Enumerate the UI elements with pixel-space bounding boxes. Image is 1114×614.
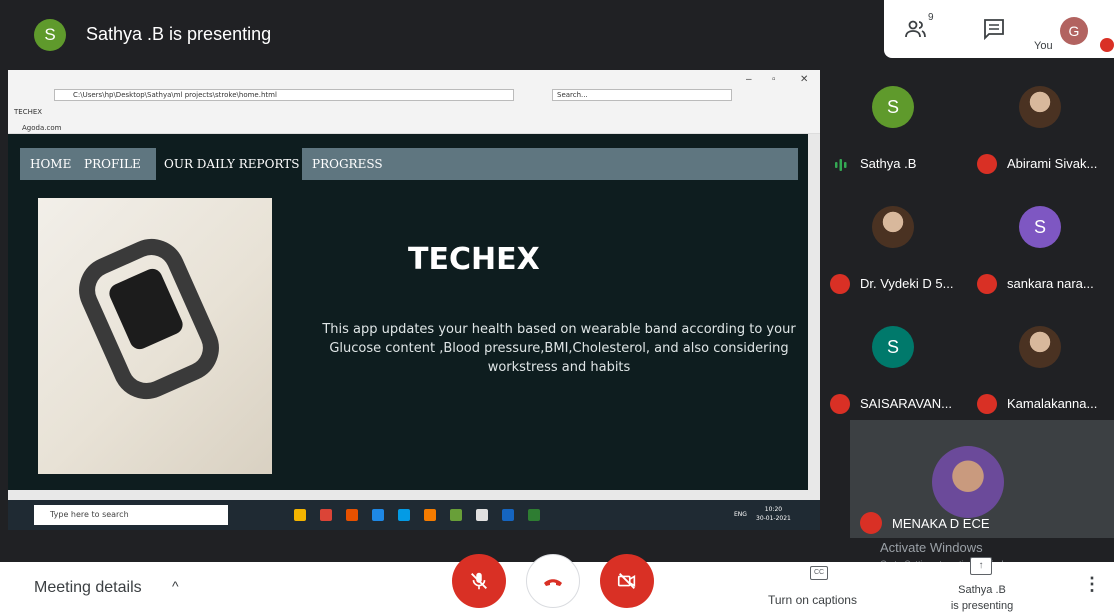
participant-photo bbox=[932, 446, 1004, 518]
address-bar: C:\Users\hp\Desktop\Sathya\ml projects\s… bbox=[54, 89, 514, 101]
taskbar-date: 30-01-2021 bbox=[756, 515, 791, 522]
presenting-status[interactable]: Sathya .B is presenting bbox=[944, 582, 1020, 614]
favorite-link: Agoda.com bbox=[22, 124, 62, 132]
participant-avatar: S bbox=[872, 326, 914, 368]
chevron-up-icon[interactable]: ^ bbox=[172, 578, 179, 594]
nav-daily-reports: OUR DAILY REPORTS bbox=[164, 157, 300, 171]
speaking-indicator-icon bbox=[835, 159, 847, 171]
close-icon: ✕ bbox=[800, 74, 809, 85]
participant-tile[interactable]: Dr. Vydeki D 5... bbox=[820, 178, 967, 298]
hang-up-icon bbox=[544, 579, 562, 586]
chat-icon[interactable] bbox=[982, 17, 1006, 41]
mic-off-icon bbox=[830, 274, 850, 294]
maximize-icon: ▫ bbox=[772, 74, 776, 85]
participant-name: Dr. Vydeki D 5... bbox=[860, 276, 954, 291]
browser-tab: TECHEX bbox=[14, 108, 43, 116]
participant-count-badge: 9 bbox=[928, 12, 934, 23]
you-label: You bbox=[1034, 40, 1053, 52]
participant-tile[interactable]: Kamalakanna... bbox=[967, 298, 1114, 418]
meet-window: S Sathya .B is presenting 9 You G – ▫ ✕ … bbox=[0, 0, 1114, 614]
participant-name: sankara nara... bbox=[1007, 276, 1094, 291]
presenting-bar: S Sathya .B is presenting bbox=[0, 0, 884, 66]
camera-off-icon bbox=[617, 573, 636, 589]
nav-home: HOME bbox=[30, 157, 72, 171]
mic-off-icon bbox=[830, 394, 850, 414]
meeting-details-button[interactable]: Meeting details bbox=[34, 579, 142, 597]
mic-off-icon bbox=[977, 394, 997, 414]
captions-icon[interactable]: CC bbox=[810, 566, 828, 580]
participant-name: MENAKA D ECE bbox=[892, 516, 990, 531]
participant-tile[interactable]: S SAISARAVAN... bbox=[820, 298, 967, 418]
mic-toggle-button[interactable] bbox=[452, 554, 506, 608]
minimize-icon: – bbox=[746, 74, 752, 85]
windows-taskbar: Type here to search ENG 10:20 30-01-2021 bbox=[8, 500, 820, 530]
participant-name: SAISARAVAN... bbox=[860, 396, 952, 411]
mic-off-icon bbox=[977, 274, 997, 294]
taskbar-app-icon bbox=[398, 509, 410, 521]
taskbar-app-icon bbox=[294, 509, 306, 521]
presenting-title: Sathya .B is presenting bbox=[86, 24, 272, 44]
self-mic-off-icon bbox=[1100, 38, 1114, 52]
taskbar-app-icon bbox=[424, 509, 436, 521]
captions-button-label[interactable]: Turn on captions bbox=[768, 593, 857, 607]
self-avatar[interactable]: G bbox=[1060, 17, 1088, 45]
present-screen-icon[interactable]: ↑ bbox=[970, 557, 992, 575]
nav-profile: PROFILE bbox=[84, 157, 141, 171]
horizontal-scrollbar bbox=[8, 490, 820, 500]
taskbar-app-icon bbox=[476, 509, 488, 521]
taskbar-app-icon bbox=[372, 509, 384, 521]
more-options-icon[interactable]: ⋮ bbox=[1083, 574, 1101, 595]
participant-name: Kamalakanna... bbox=[1007, 396, 1098, 411]
participant-photo bbox=[1019, 86, 1061, 128]
participant-name: Sathya .B bbox=[860, 156, 917, 171]
presenter-avatar: S bbox=[34, 19, 66, 51]
taskbar-app-icon bbox=[450, 509, 462, 521]
participant-avatar: S bbox=[1019, 206, 1061, 248]
site-navbar: HOME PROFILE OUR DAILY REPORTS PROGRESS bbox=[20, 148, 798, 180]
mic-off-icon bbox=[977, 154, 997, 174]
activate-windows-title: Activate Windows bbox=[880, 540, 983, 555]
participant-name: Abirami Sivak... bbox=[1007, 156, 1098, 171]
camera-toggle-button[interactable] bbox=[600, 554, 654, 608]
shared-screen: – ▫ ✕ C:\Users\hp\Desktop\Sathya\ml proj… bbox=[8, 70, 820, 530]
browser-chrome: – ▫ ✕ C:\Users\hp\Desktop\Sathya\ml proj… bbox=[8, 70, 820, 134]
taskbar-app-icon bbox=[320, 509, 332, 521]
participant-photo bbox=[872, 206, 914, 248]
people-icon[interactable] bbox=[904, 17, 928, 41]
taskbar-time: 10:20 bbox=[764, 506, 783, 513]
web-page: HOME PROFILE OUR DAILY REPORTS PROGRESS … bbox=[8, 134, 808, 490]
vertical-scrollbar bbox=[808, 134, 820, 490]
participant-tile[interactable]: Abirami Sivak... bbox=[967, 58, 1114, 178]
participant-avatar: S bbox=[872, 86, 914, 128]
taskbar-app-icon bbox=[502, 509, 514, 521]
taskbar-language: ENG bbox=[734, 511, 747, 518]
mic-off-icon bbox=[860, 512, 882, 534]
nav-progress: PROGRESS bbox=[312, 157, 383, 171]
participant-tile[interactable]: S sankara nara... bbox=[967, 178, 1114, 298]
browser-search: Search... bbox=[552, 89, 732, 101]
mic-off-icon bbox=[471, 572, 487, 590]
page-heading: TECHEX bbox=[408, 242, 540, 277]
taskbar-clock: 10:20 30-01-2021 bbox=[756, 505, 791, 523]
taskbar-app-icon bbox=[528, 509, 540, 521]
presenting-text: is presenting bbox=[950, 600, 1014, 612]
participant-tile[interactable]: S Sathya .B bbox=[820, 58, 967, 178]
presenting-name: Sathya .B bbox=[958, 584, 1006, 596]
page-description: This app updates your health based on we… bbox=[322, 322, 796, 375]
focused-participant-tile[interactable]: MENAKA D ECE bbox=[850, 420, 1114, 538]
leave-call-button[interactable] bbox=[526, 554, 580, 608]
smart-band-image bbox=[38, 198, 272, 474]
taskbar-app-icon bbox=[346, 509, 358, 521]
participant-photo bbox=[1019, 326, 1061, 368]
taskbar-search: Type here to search bbox=[34, 505, 228, 525]
